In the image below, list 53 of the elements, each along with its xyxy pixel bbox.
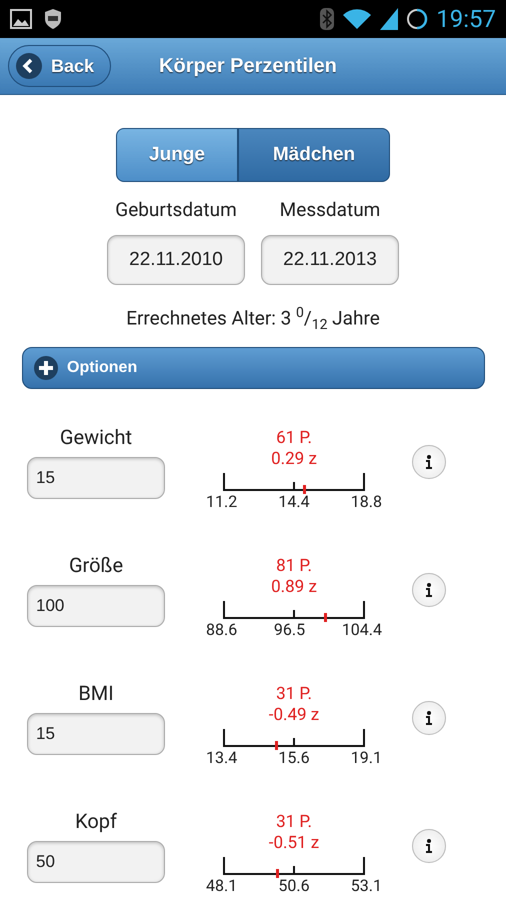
info-button[interactable] <box>412 829 446 864</box>
gender-segment[interactable]: Mädchen <box>238 128 390 182</box>
percentile-value: 81 P. <box>276 556 312 577</box>
page-title: Körper Perzentilen <box>159 54 337 78</box>
date-label: Messdatum <box>280 198 380 221</box>
measurement-field[interactable]: 50 <box>27 841 165 884</box>
info-icon <box>426 839 432 854</box>
measurement-field[interactable]: 15 <box>27 713 165 756</box>
date-field[interactable]: 22.11.2013 <box>261 235 399 285</box>
signal-icon <box>380 8 398 30</box>
scale-max: 53.1 <box>350 876 382 895</box>
measurement-label: Gewicht <box>60 425 132 450</box>
info-icon <box>426 583 432 598</box>
battery-ring-icon <box>406 8 428 30</box>
measurement-label: Größe <box>68 553 124 578</box>
picture-icon <box>10 9 32 29</box>
z-score: 0.29 z <box>271 448 317 470</box>
scale-min: 48.1 <box>206 876 238 895</box>
back-button[interactable]: Back <box>8 45 112 87</box>
info-button[interactable] <box>412 573 446 608</box>
calculated-age: Errechnetes Alter: 3 $^{0}$/$_{12}$ Jahre <box>125 305 381 334</box>
shield-icon <box>44 8 62 30</box>
scale-max: 19.1 <box>350 748 382 767</box>
info-button[interactable] <box>412 445 446 480</box>
date-label: Geburtsdatum <box>115 198 237 221</box>
bluetooth-icon <box>320 8 334 30</box>
z-score: 0.89 z <box>271 576 317 598</box>
scale-max: 104.4 <box>342 620 382 639</box>
scale-median: 96.5 <box>274 620 306 639</box>
measurement-label: Kopf <box>75 809 117 834</box>
scale-min: 11.2 <box>206 492 238 511</box>
wifi-icon <box>342 8 372 30</box>
z-score: -0.51 z <box>268 832 320 854</box>
date-field[interactable]: 22.11.2010 <box>107 235 245 285</box>
scale-median: 50.6 <box>278 876 310 895</box>
measurement-field[interactable]: 15 <box>27 457 165 500</box>
percentile-value: 31 P. <box>276 684 312 705</box>
scale-median: 15.6 <box>278 748 310 767</box>
info-button[interactable] <box>412 701 446 736</box>
scale-min: 13.4 <box>206 748 238 767</box>
measurement-field[interactable]: 100 <box>27 585 165 628</box>
scale-min: 88.6 <box>206 620 238 639</box>
info-icon <box>426 711 432 726</box>
percentile-value: 61 P. <box>276 428 312 449</box>
info-icon <box>426 455 432 470</box>
z-score: -0.49 z <box>268 704 320 726</box>
clock-time: 19:57 <box>436 5 496 33</box>
scale-median: 14.4 <box>278 492 310 511</box>
scale-max: 18.8 <box>350 492 382 511</box>
options-bar[interactable]: Optionen <box>22 347 485 390</box>
percentile-value: 31 P. <box>276 812 312 833</box>
chevron-left-icon <box>15 52 43 80</box>
measurement-label: BMI <box>78 681 114 706</box>
